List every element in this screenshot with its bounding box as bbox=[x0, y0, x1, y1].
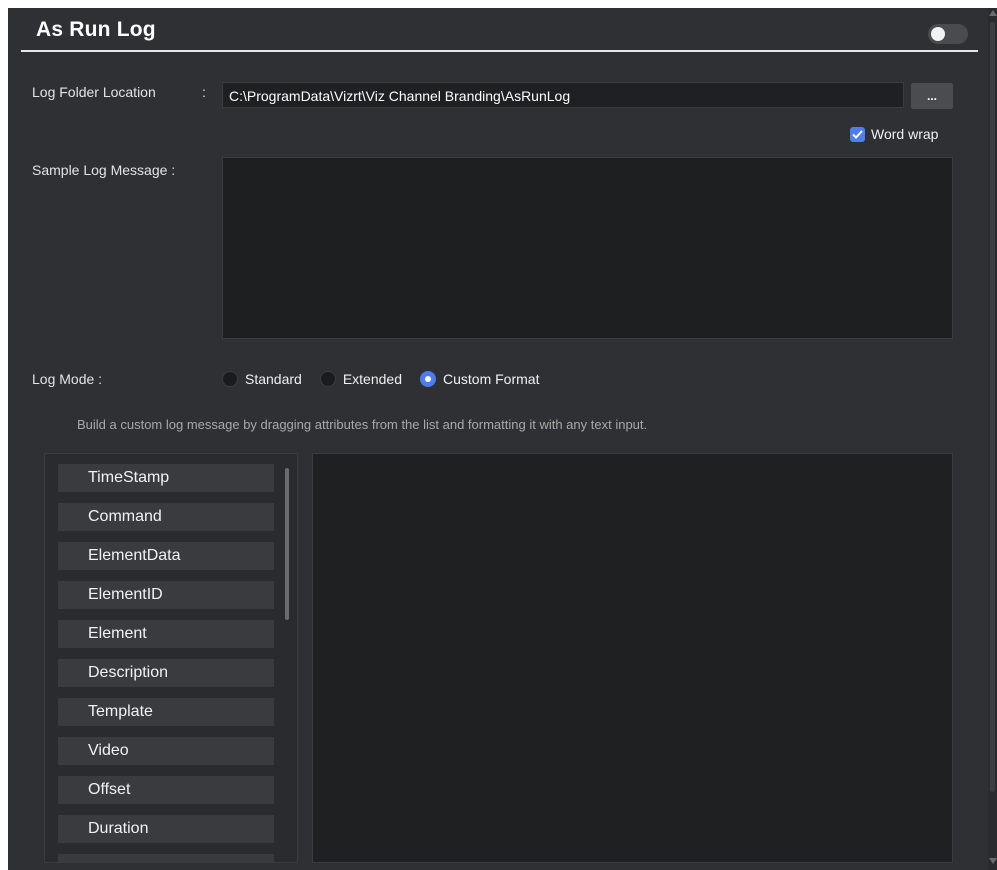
left-strip bbox=[0, 0, 8, 870]
log-mode-label: Log Mode : bbox=[32, 371, 103, 387]
attribute-item[interactable]: ElementID bbox=[58, 581, 274, 609]
radio-label: Standard bbox=[245, 371, 302, 387]
panel-header: As Run Log bbox=[8, 8, 988, 52]
browse-button[interactable]: ... bbox=[911, 83, 953, 109]
attribute-item[interactable]: Offset bbox=[58, 776, 274, 804]
radio-button-icon[interactable] bbox=[319, 371, 336, 387]
as-run-log-panel: As Run Log Log Folder Location : C:\Prog… bbox=[8, 8, 997, 870]
attribute-list-scrollbar[interactable] bbox=[285, 468, 289, 620]
attribute-item[interactable]: TimeStamp bbox=[58, 464, 274, 492]
log-mode-extended[interactable]: Extended bbox=[319, 371, 402, 387]
log-folder-input[interactable]: C:\ProgramData\Vizrt\Viz Channel Brandin… bbox=[222, 82, 904, 108]
scroll-thumb[interactable] bbox=[990, 22, 995, 792]
log-mode-standard[interactable]: Standard bbox=[222, 371, 302, 387]
header-divider bbox=[21, 50, 978, 52]
attribute-item[interactable]: Video bbox=[58, 737, 274, 765]
radio-button-icon[interactable] bbox=[222, 371, 238, 387]
log-mode-radio-group: Standard Extended Custom Format bbox=[222, 368, 557, 390]
log-folder-colon: : bbox=[202, 84, 206, 100]
attribute-list[interactable]: TimeStamp Command ElementData ElementID … bbox=[44, 453, 298, 863]
attribute-item-partial[interactable] bbox=[58, 854, 274, 862]
custom-format-editor[interactable] bbox=[312, 453, 953, 863]
enable-toggle[interactable] bbox=[928, 24, 968, 44]
checkmark-icon[interactable] bbox=[850, 126, 865, 142]
attribute-item[interactable]: Template bbox=[58, 698, 274, 726]
radio-label: Extended bbox=[342, 371, 402, 387]
custom-format-hint: Build a custom log message by dragging a… bbox=[77, 417, 648, 432]
attribute-item[interactable]: Description bbox=[58, 659, 274, 687]
vertical-scrollbar[interactable] bbox=[988, 8, 997, 870]
log-folder-label: Log Folder Location bbox=[32, 84, 156, 100]
log-mode-custom-format[interactable]: Custom Format bbox=[420, 371, 539, 387]
toggle-knob bbox=[931, 27, 945, 41]
radio-button-selected-icon[interactable] bbox=[420, 371, 436, 387]
radio-label: Custom Format bbox=[443, 371, 540, 387]
attribute-item[interactable]: Duration bbox=[58, 815, 274, 843]
sample-log-textarea[interactable] bbox=[222, 157, 953, 339]
attribute-item[interactable]: ElementData bbox=[58, 542, 274, 570]
attribute-item[interactable]: Command bbox=[58, 503, 274, 531]
scroll-down-icon[interactable] bbox=[989, 858, 997, 864]
word-wrap-checkbox[interactable]: Word wrap bbox=[850, 124, 938, 144]
word-wrap-label: Word wrap bbox=[871, 126, 939, 142]
panel-title: As Run Log bbox=[36, 18, 156, 41]
scroll-up-icon[interactable] bbox=[989, 10, 997, 16]
attribute-item[interactable]: Element bbox=[58, 620, 274, 648]
sample-log-label: Sample Log Message : bbox=[32, 162, 176, 178]
top-strip bbox=[0, 0, 997, 8]
